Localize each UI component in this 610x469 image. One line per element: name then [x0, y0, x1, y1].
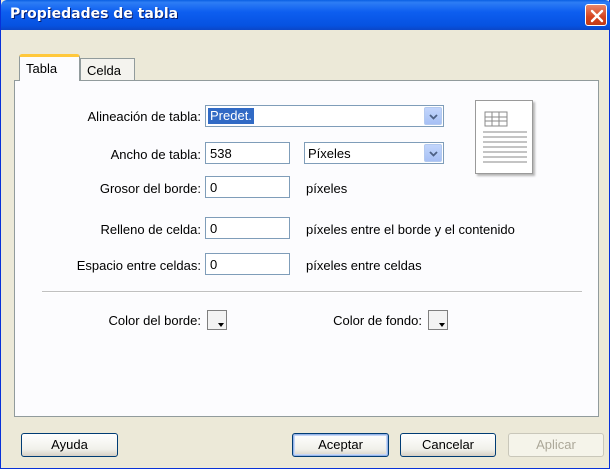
tab-celda[interactable]: Celda [80, 58, 135, 80]
relleno-input[interactable]: 0 [205, 217, 290, 239]
espacio-label: Espacio entre celdas: [76, 258, 201, 273]
espacio-input[interactable]: 0 [205, 253, 290, 275]
color-borde-label: Color del borde: [108, 313, 202, 328]
table-properties-dialog: Propiedades de tabla Tabla Celda Alineac… [0, 0, 610, 469]
apply-button[interactable]: Aplicar [508, 433, 604, 457]
ancho-unit-value: Píxeles [308, 146, 351, 161]
ancho-label: Ancho de tabla: [110, 147, 201, 162]
alineacion-select[interactable]: Predet. [205, 105, 444, 127]
section-divider [42, 291, 582, 293]
tab-tabla-label: Tabla [26, 61, 58, 76]
alineacion-value: Predet. [208, 108, 254, 124]
ok-button[interactable]: Aceptar [292, 433, 389, 457]
ancho-unit-dropdown-button[interactable] [424, 144, 442, 162]
alineacion-label: Alineación de tabla: [87, 109, 201, 124]
ancho-unit-select[interactable]: Píxeles [304, 142, 444, 164]
ancho-input[interactable]: 538 [205, 142, 290, 164]
relleno-label: Relleno de celda: [100, 222, 201, 237]
help-button[interactable]: Ayuda [21, 433, 118, 457]
close-button[interactable] [585, 4, 607, 26]
grosor-input[interactable]: 0 [205, 176, 290, 198]
tab-tabla[interactable]: Tabla [19, 54, 80, 81]
tab-panel-tabla: Alineación de tabla: Predet. Ancho de ta… [14, 80, 599, 417]
espacio-suffix: píxeles entre celdas [306, 258, 422, 273]
cancel-button[interactable]: Cancelar [400, 433, 496, 457]
relleno-suffix: píxeles entre el borde y el contenido [306, 222, 515, 237]
dropdown-arrow-icon [429, 114, 438, 120]
alineacion-dropdown-button[interactable] [424, 107, 442, 125]
title-bar[interactable]: Propiedades de tabla [1, 0, 610, 30]
table-preview-icon [475, 100, 533, 174]
grosor-label: Grosor del borde: [99, 181, 201, 196]
close-icon [590, 9, 604, 23]
grosor-suffix: píxeles [306, 181, 348, 196]
tab-celda-label: Celda [87, 63, 121, 78]
color-fondo-picker[interactable] [428, 310, 448, 330]
window-title: Propiedades de tabla [10, 6, 179, 22]
color-fondo-label: Color de fondo: [333, 313, 422, 328]
color-borde-picker[interactable] [207, 310, 227, 330]
dropdown-arrow-icon [429, 151, 438, 157]
